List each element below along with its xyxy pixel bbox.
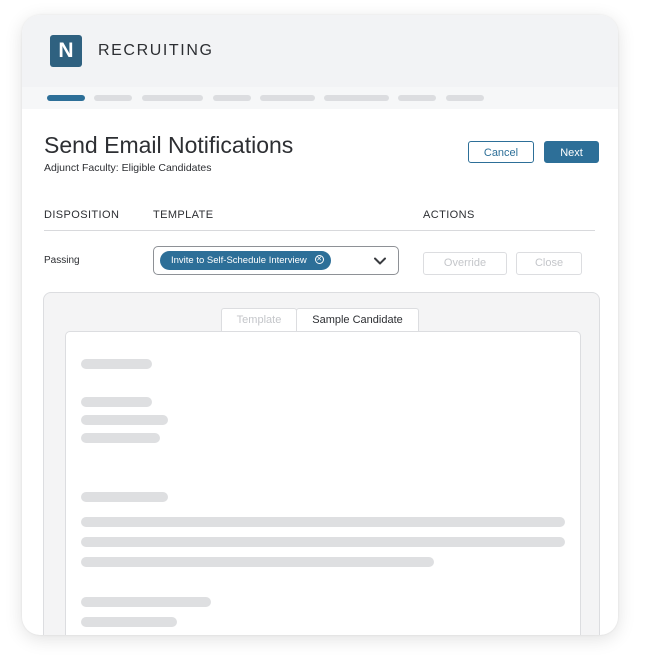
progress-step-7 bbox=[398, 95, 436, 101]
progress-step-4 bbox=[213, 95, 251, 101]
chevron-down-icon[interactable] bbox=[373, 254, 387, 268]
next-button[interactable]: Next bbox=[544, 141, 599, 163]
skeleton-line bbox=[81, 433, 160, 443]
tab-sample-candidate[interactable]: Sample Candidate bbox=[296, 308, 419, 331]
page-title: Send Email Notifications bbox=[44, 132, 294, 158]
app-logo: N bbox=[50, 35, 82, 67]
template-chip: Invite to Self-Schedule Interview ✕ bbox=[160, 251, 331, 270]
skeleton-line bbox=[81, 537, 565, 547]
override-button[interactable]: Override bbox=[423, 252, 507, 275]
app-header: N RECRUITING bbox=[22, 15, 618, 87]
progress-step-8 bbox=[446, 95, 484, 101]
email-preview-panel: Template Sample Candidate bbox=[43, 292, 600, 635]
remove-chip-icon[interactable]: ✕ bbox=[314, 255, 324, 264]
cancel-button[interactable]: Cancel bbox=[468, 141, 534, 163]
progress-step-6 bbox=[324, 95, 389, 101]
progress-step-5 bbox=[260, 95, 315, 101]
email-preview-document bbox=[65, 331, 581, 635]
close-button[interactable]: Close bbox=[516, 252, 582, 275]
skeleton-line bbox=[81, 415, 168, 425]
progress-step-3 bbox=[142, 95, 203, 101]
column-header-template: TEMPLATE bbox=[153, 209, 214, 221]
skeleton-line bbox=[81, 397, 152, 407]
header-divider bbox=[44, 230, 595, 231]
skeleton-line bbox=[81, 617, 177, 627]
skeleton-line bbox=[81, 557, 434, 567]
template-select[interactable]: Invite to Self-Schedule Interview ✕ bbox=[153, 246, 399, 275]
skeleton-line bbox=[81, 597, 211, 607]
progress-step-1 bbox=[47, 95, 85, 101]
app-title: RECRUITING bbox=[98, 42, 214, 59]
tab-template[interactable]: Template bbox=[221, 308, 297, 331]
skeleton-line bbox=[81, 492, 168, 502]
skeleton-line bbox=[81, 359, 152, 369]
skeleton-line bbox=[81, 517, 565, 527]
column-header-disposition: DISPOSITION bbox=[44, 209, 120, 221]
recruiting-card: N RECRUITING Send Email Notifications Ad… bbox=[22, 15, 618, 635]
progress-step-2 bbox=[94, 95, 132, 101]
progress-steps bbox=[22, 87, 618, 109]
template-chip-label: Invite to Self-Schedule Interview bbox=[171, 255, 307, 266]
disposition-passing: Passing bbox=[44, 255, 80, 266]
page-subtitle: Adjunct Faculty: Eligible Candidates bbox=[44, 162, 212, 174]
column-header-actions: ACTIONS bbox=[423, 209, 475, 221]
